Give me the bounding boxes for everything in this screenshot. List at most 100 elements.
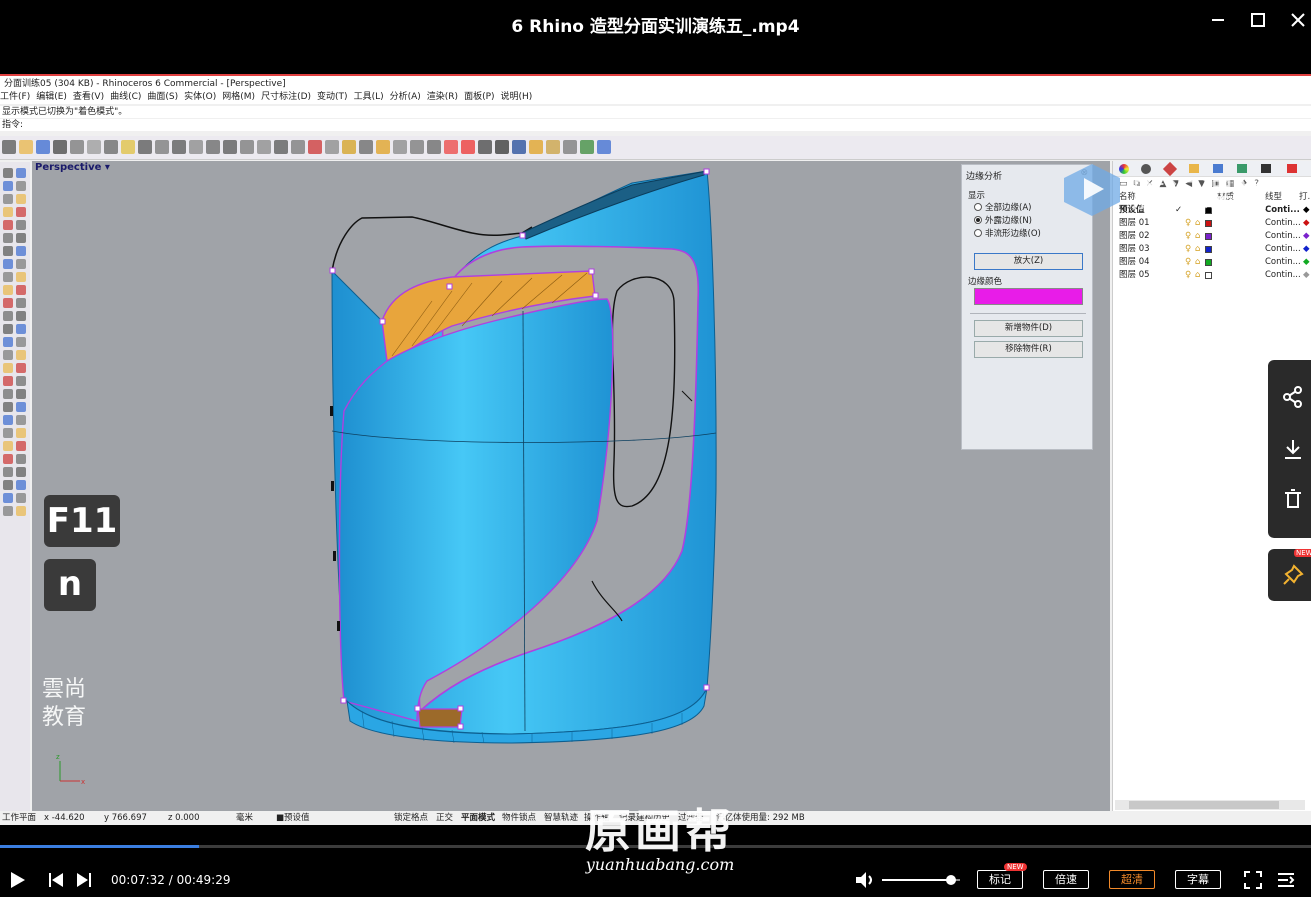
menu-item[interactable]: 曲线(C) bbox=[110, 92, 141, 102]
lock-icon[interactable]: ⌂ bbox=[1195, 230, 1200, 243]
left-tool-icon[interactable] bbox=[3, 428, 13, 438]
menu-item[interactable]: 工件(F) bbox=[0, 92, 30, 102]
left-tool-icon[interactable] bbox=[16, 259, 26, 269]
toolbar-tool-icon[interactable] bbox=[70, 140, 84, 154]
left-tool-icon[interactable] bbox=[3, 285, 13, 295]
radio-nonmanifold-edges[interactable] bbox=[974, 229, 982, 237]
left-tool-icon[interactable] bbox=[16, 272, 26, 282]
left-tool-icon[interactable] bbox=[3, 311, 13, 321]
status-ortho[interactable]: 正交 bbox=[436, 811, 453, 825]
pitcher-model[interactable]: z x bbox=[32, 161, 1110, 812]
toolbar-tool-icon[interactable] bbox=[155, 140, 169, 154]
visible-bulb-icon[interactable]: ♀ bbox=[1185, 269, 1191, 282]
layer-linetype[interactable]: Contin... bbox=[1265, 256, 1301, 269]
layer-color-swatch[interactable] bbox=[1205, 246, 1212, 253]
volume-icon[interactable] bbox=[855, 871, 877, 893]
left-tool-icon[interactable] bbox=[3, 350, 13, 360]
status-layer[interactable]: ■ 预设值 bbox=[276, 811, 310, 825]
toolbar-tool-icon[interactable] bbox=[427, 140, 441, 154]
left-tool-icon[interactable] bbox=[3, 272, 13, 282]
left-tool-icon[interactable] bbox=[3, 480, 13, 490]
left-tool-icon[interactable] bbox=[16, 285, 26, 295]
layer-color-swatch[interactable] bbox=[1205, 233, 1212, 240]
left-tool-icon[interactable] bbox=[3, 168, 13, 178]
lock-icon[interactable]: ⌂ bbox=[1195, 256, 1200, 269]
volume-knob[interactable] bbox=[945, 875, 956, 885]
left-tool-icon[interactable] bbox=[3, 181, 13, 191]
lock-icon[interactable]: ⌂ bbox=[1195, 243, 1200, 256]
left-tool-icon[interactable] bbox=[3, 376, 13, 386]
left-tool-icon[interactable] bbox=[16, 246, 26, 256]
menu-item[interactable]: 实体(O) bbox=[184, 92, 216, 102]
left-tool-icon[interactable] bbox=[16, 402, 26, 412]
left-tool-icon[interactable] bbox=[16, 194, 26, 204]
print-color-icon[interactable]: ◆ bbox=[1303, 243, 1310, 256]
toolbar-tool-icon[interactable] bbox=[410, 140, 424, 154]
toolbar-tool-icon[interactable] bbox=[563, 140, 577, 154]
left-tool-icon[interactable] bbox=[16, 324, 26, 334]
left-tool-icon[interactable] bbox=[16, 363, 26, 373]
layer-row[interactable]: 图层 03 ♀ ⌂ Contin... ◆ bbox=[1119, 243, 1310, 256]
toolbar-tool-icon[interactable] bbox=[53, 140, 67, 154]
layer-color-swatch[interactable] bbox=[1205, 259, 1212, 266]
toolbar-tool-icon[interactable] bbox=[104, 140, 118, 154]
toolbar-tool-icon[interactable] bbox=[2, 140, 16, 154]
layer-row[interactable]: 图层 05 ♀ ⌂ Contin... ◆ bbox=[1119, 269, 1310, 282]
toolbar-tool-icon[interactable] bbox=[189, 140, 203, 154]
toolbar-tool-icon[interactable] bbox=[495, 140, 509, 154]
print-color-icon[interactable]: ◆ bbox=[1303, 217, 1310, 230]
mark-button[interactable]: 标记 bbox=[977, 870, 1023, 889]
left-tool-icon[interactable] bbox=[16, 454, 26, 464]
toolbar-tool-icon[interactable] bbox=[87, 140, 101, 154]
left-tool-icon[interactable] bbox=[3, 506, 13, 516]
menu-item[interactable]: 面板(P) bbox=[464, 92, 494, 102]
print-color-icon[interactable]: ◆ bbox=[1303, 269, 1310, 282]
left-tool-icon[interactable] bbox=[16, 298, 26, 308]
left-tool-icon[interactable] bbox=[16, 480, 26, 490]
toolbar-tool-icon[interactable] bbox=[461, 140, 475, 154]
left-tool-icon[interactable] bbox=[3, 194, 13, 204]
left-tool-icon[interactable] bbox=[3, 467, 13, 477]
toolbar-tool-icon[interactable] bbox=[512, 140, 526, 154]
close-icon[interactable] bbox=[1286, 8, 1310, 32]
toolbar-tool-icon[interactable] bbox=[529, 140, 543, 154]
left-tool-icon[interactable] bbox=[3, 324, 13, 334]
playlist-icon[interactable] bbox=[1277, 871, 1295, 893]
status-cplane[interactable]: 工作平面 bbox=[2, 811, 36, 825]
toolbar-tool-icon[interactable] bbox=[393, 140, 407, 154]
lock-icon[interactable]: ⌂ bbox=[1195, 269, 1200, 282]
menu-item[interactable]: 曲面(S) bbox=[147, 92, 178, 102]
toolbar-tool-icon[interactable] bbox=[206, 140, 220, 154]
visible-bulb-icon[interactable]: ♀ bbox=[1185, 256, 1191, 269]
share-icon[interactable] bbox=[1282, 386, 1304, 413]
layer-row[interactable]: 图层 04 ♀ ⌂ Contin... ◆ bbox=[1119, 256, 1310, 269]
remove-object-button[interactable]: 移除物件(R) bbox=[974, 341, 1083, 358]
toolbar-tool-icon[interactable] bbox=[240, 140, 254, 154]
status-osnap[interactable]: 物件锁点 bbox=[502, 811, 536, 825]
left-tool-icon[interactable] bbox=[3, 441, 13, 451]
left-tool-icon[interactable] bbox=[3, 233, 13, 243]
menu-item[interactable]: 说明(H) bbox=[501, 92, 533, 102]
left-tool-icon[interactable] bbox=[3, 389, 13, 399]
toolbar-tool-icon[interactable] bbox=[121, 140, 135, 154]
toolbar-tool-icon[interactable] bbox=[138, 140, 152, 154]
visible-bulb-icon[interactable]: ♀ bbox=[1185, 243, 1191, 256]
command-prompt[interactable]: 指令: bbox=[0, 119, 1311, 131]
print-color-icon[interactable]: ◆ bbox=[1303, 256, 1310, 269]
delete-icon[interactable] bbox=[1282, 488, 1304, 515]
layer-color-swatch[interactable] bbox=[1205, 220, 1212, 227]
toolbar-tool-icon[interactable] bbox=[257, 140, 271, 154]
menu-item[interactable]: 分析(A) bbox=[390, 92, 421, 102]
left-tool-icon[interactable] bbox=[16, 337, 26, 347]
toolbar-tool-icon[interactable] bbox=[36, 140, 50, 154]
left-tool-icon[interactable] bbox=[16, 506, 26, 516]
print-color-icon[interactable]: ◆ bbox=[1303, 204, 1310, 217]
minimize-icon[interactable] bbox=[1206, 8, 1230, 32]
pin-icon[interactable] bbox=[1282, 564, 1304, 591]
left-tool-icon[interactable] bbox=[3, 337, 13, 347]
toolbar-tool-icon[interactable] bbox=[597, 140, 611, 154]
left-tool-icon[interactable] bbox=[16, 220, 26, 230]
layer-linetype[interactable]: Contin... bbox=[1265, 230, 1301, 243]
toolbar-tool-icon[interactable] bbox=[359, 140, 373, 154]
menu-item[interactable]: 查看(V) bbox=[73, 92, 104, 102]
